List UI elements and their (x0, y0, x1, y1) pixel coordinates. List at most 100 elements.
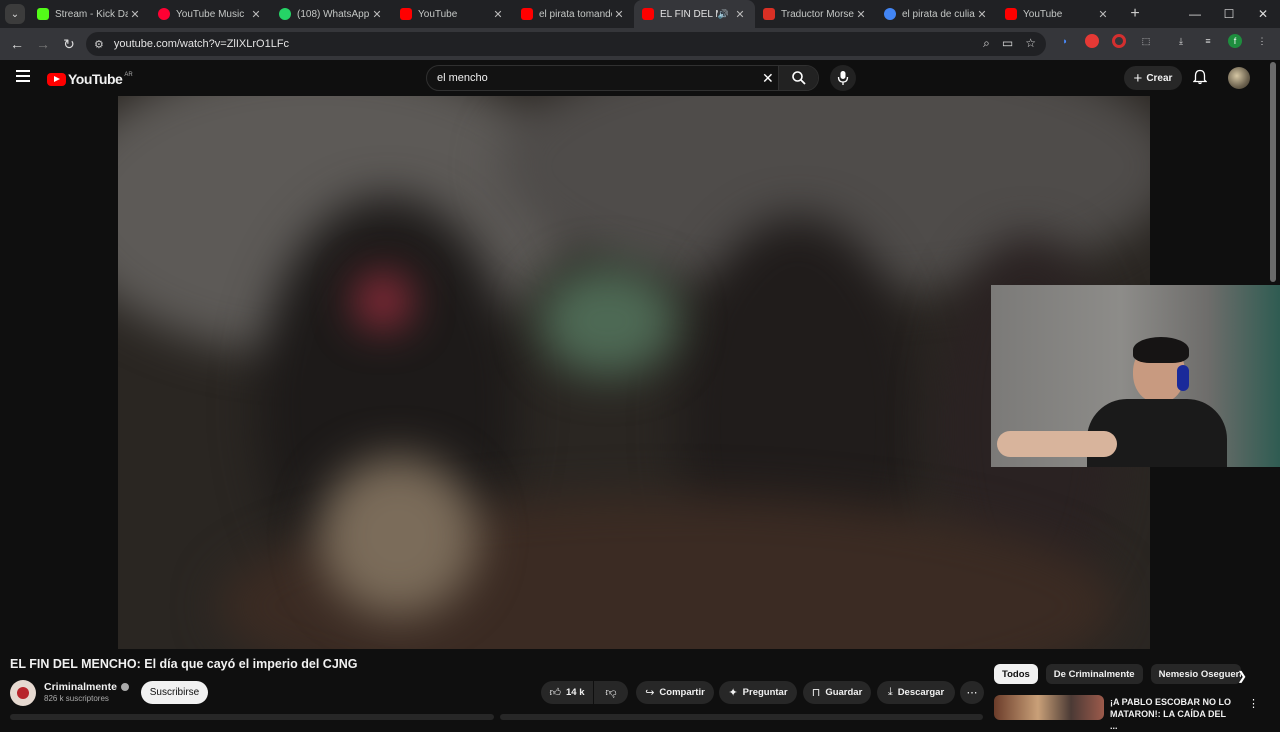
tab-el-pirata[interactable]: el pirata tomando ✕ (513, 0, 634, 28)
menu-icon[interactable] (16, 70, 30, 85)
subscribe-button[interactable]: Suscribirse (141, 681, 208, 704)
close-tab-icon[interactable]: ✕ (612, 8, 626, 21)
address-bar[interactable]: ⚙ youtube.com/watch?v=ZlIXLrO1LFc ⌕ ▭ ☆ (86, 32, 1046, 56)
share-arrow-icon: ↪ (645, 687, 655, 699)
audio-playing-icon[interactable]: 🔊 (718, 9, 729, 20)
media-control-icon[interactable]: ≡ (1201, 34, 1215, 48)
youtube-logo[interactable]: YouTube AR (47, 71, 133, 87)
create-button[interactable]: + Crear (1124, 66, 1182, 90)
tab-traductor-morse[interactable]: Traductor Morse ✕ (755, 0, 876, 28)
back-icon[interactable]: ← (4, 36, 30, 52)
recommendation-title[interactable]: ¡A PABLO ESCOBAR NO LO MATARON!: LA CAÍD… (1110, 696, 1235, 732)
bookmark-star-icon[interactable]: ☆ (1025, 36, 1036, 51)
close-tab-icon[interactable]: ✕ (128, 8, 142, 21)
recommendation-thumbnail[interactable] (994, 695, 1104, 720)
download-button[interactable]: ⤓ Descargar (877, 681, 955, 704)
close-tab-icon[interactable]: ✕ (249, 8, 263, 21)
share-button[interactable]: ↪ Compartir (636, 681, 714, 704)
close-tab-icon[interactable]: ✕ (1096, 8, 1110, 21)
new-tab-button[interactable]: + (1124, 5, 1146, 23)
forward-icon[interactable]: → (30, 36, 56, 52)
chip-de-criminalmente[interactable]: De Criminalmente (1045, 664, 1143, 684)
tab-title: Stream - Kick Dash (55, 8, 128, 20)
minimize-icon[interactable]: — (1178, 0, 1212, 28)
youtube-favicon-icon (1005, 8, 1017, 20)
extension-icons: ◗ ⬚ ⤓ ≡ f ⋮ (1058, 34, 1269, 48)
youtube-logo-text: YouTube (68, 71, 123, 87)
cast-icon[interactable]: ▭ (1002, 36, 1013, 51)
tab-search-button[interactable]: ⌄ (5, 4, 25, 24)
webcam-person-hair (1133, 337, 1189, 363)
clear-search-icon[interactable]: ✕ (762, 70, 774, 87)
tab-youtube-2[interactable]: YouTube ✕ (997, 0, 1118, 28)
zoom-icon[interactable]: ⌕ (983, 36, 990, 51)
bookmark-icon: ⊓ (811, 687, 821, 699)
close-tab-icon[interactable]: ✕ (370, 8, 384, 21)
recommendation-more-icon[interactable]: ⋮ (1248, 697, 1259, 710)
download-icon: ⤓ (887, 686, 893, 698)
close-tab-icon[interactable]: ✕ (733, 8, 747, 21)
share-label: Compartir (659, 687, 705, 698)
microphone-icon (837, 71, 849, 85)
save-button[interactable]: ⊓ Guardar (803, 681, 871, 704)
close-tab-icon[interactable]: ✕ (854, 8, 868, 21)
video-frame-shape (358, 276, 408, 326)
search-input[interactable]: el mencho (437, 72, 488, 84)
close-tab-icon[interactable]: ✕ (491, 8, 505, 21)
reload-icon[interactable]: ↻ (56, 36, 82, 53)
like-button[interactable]: 👍︎ 14 k (541, 681, 593, 704)
country-code: AR (124, 72, 133, 78)
webcam-person-arm (997, 431, 1117, 457)
tab-title: YouTube (1023, 8, 1063, 20)
more-actions-button[interactable]: ⋯ (960, 681, 984, 704)
tab-whatsapp[interactable]: (108) WhatsApp ✕ (271, 0, 392, 28)
download-icon[interactable]: ⤓ (1174, 34, 1188, 48)
subscriber-count: 826 k suscriptores (44, 694, 109, 703)
url-text[interactable]: youtube.com/watch?v=ZlIXLrO1LFc (114, 38, 289, 50)
tab-youtube-1[interactable]: YouTube ✕ (392, 0, 513, 28)
headphones-icon (1177, 365, 1189, 391)
ask-button[interactable]: ✦ Preguntar (719, 681, 797, 704)
maximize-icon[interactable]: ☐ (1212, 0, 1246, 28)
page-scrollbar[interactable] (1270, 62, 1276, 282)
chevron-right-icon[interactable]: ❯ (1237, 669, 1247, 683)
tab-title: el pirata tomando (539, 8, 612, 20)
record-extension-icon[interactable] (1112, 34, 1126, 48)
tab-title: YouTube Music (176, 8, 245, 20)
thumbs-up-icon: 👍︎ (549, 687, 562, 699)
channel-name[interactable]: Criminalmente (44, 681, 129, 693)
tab-google-search[interactable]: el pirata de culiac ✕ (876, 0, 997, 28)
search-button[interactable] (778, 66, 818, 90)
tab-title: Traductor Morse (781, 8, 854, 20)
browser-menu-icon[interactable]: ⋮ (1255, 34, 1269, 48)
extension-blue-icon[interactable]: ◗ (1058, 34, 1072, 48)
like-count: 14 k (566, 687, 585, 698)
voice-search-button[interactable] (830, 65, 856, 91)
tab-title: (108) WhatsApp (297, 8, 370, 20)
youtube-music-favicon-icon (158, 8, 170, 20)
notifications-button[interactable] (1192, 69, 1208, 90)
profile-icon[interactable]: f (1228, 34, 1242, 48)
tab-el-fin-del-mencho[interactable]: EL FIN DEL ME 🔊 ✕ (634, 0, 755, 28)
description-box-secondary[interactable] (500, 714, 983, 720)
dislike-button[interactable]: 👎︎ (594, 681, 628, 704)
extension-red-icon[interactable] (1085, 34, 1099, 48)
channel-avatar[interactable] (10, 680, 36, 706)
chip-nemesio-oseguera[interactable]: Nemesio Oseguera (1150, 664, 1241, 684)
youtube-favicon-icon (642, 8, 654, 20)
video-frame-shape (538, 266, 678, 376)
plus-icon: + (1133, 69, 1143, 87)
description-box[interactable] (10, 714, 494, 720)
window-controls: — ☐ ✕ (1178, 0, 1280, 28)
close-tab-icon[interactable]: ✕ (975, 8, 989, 21)
search-box: el mencho ✕ (426, 65, 819, 91)
site-info-icon[interactable]: ⚙ (94, 38, 104, 51)
close-window-icon[interactable]: ✕ (1246, 0, 1280, 28)
omnibox-actions: ⌕ ▭ ☆ (983, 36, 1036, 51)
tab-kick[interactable]: Stream - Kick Dash ✕ (29, 0, 150, 28)
tab-youtube-music[interactable]: YouTube Music ✕ (150, 0, 271, 28)
kick-favicon-icon (37, 8, 49, 20)
puzzle-extensions-icon[interactable]: ⬚ (1139, 34, 1153, 48)
account-avatar[interactable] (1228, 67, 1250, 89)
chip-todos[interactable]: Todos (994, 664, 1038, 684)
